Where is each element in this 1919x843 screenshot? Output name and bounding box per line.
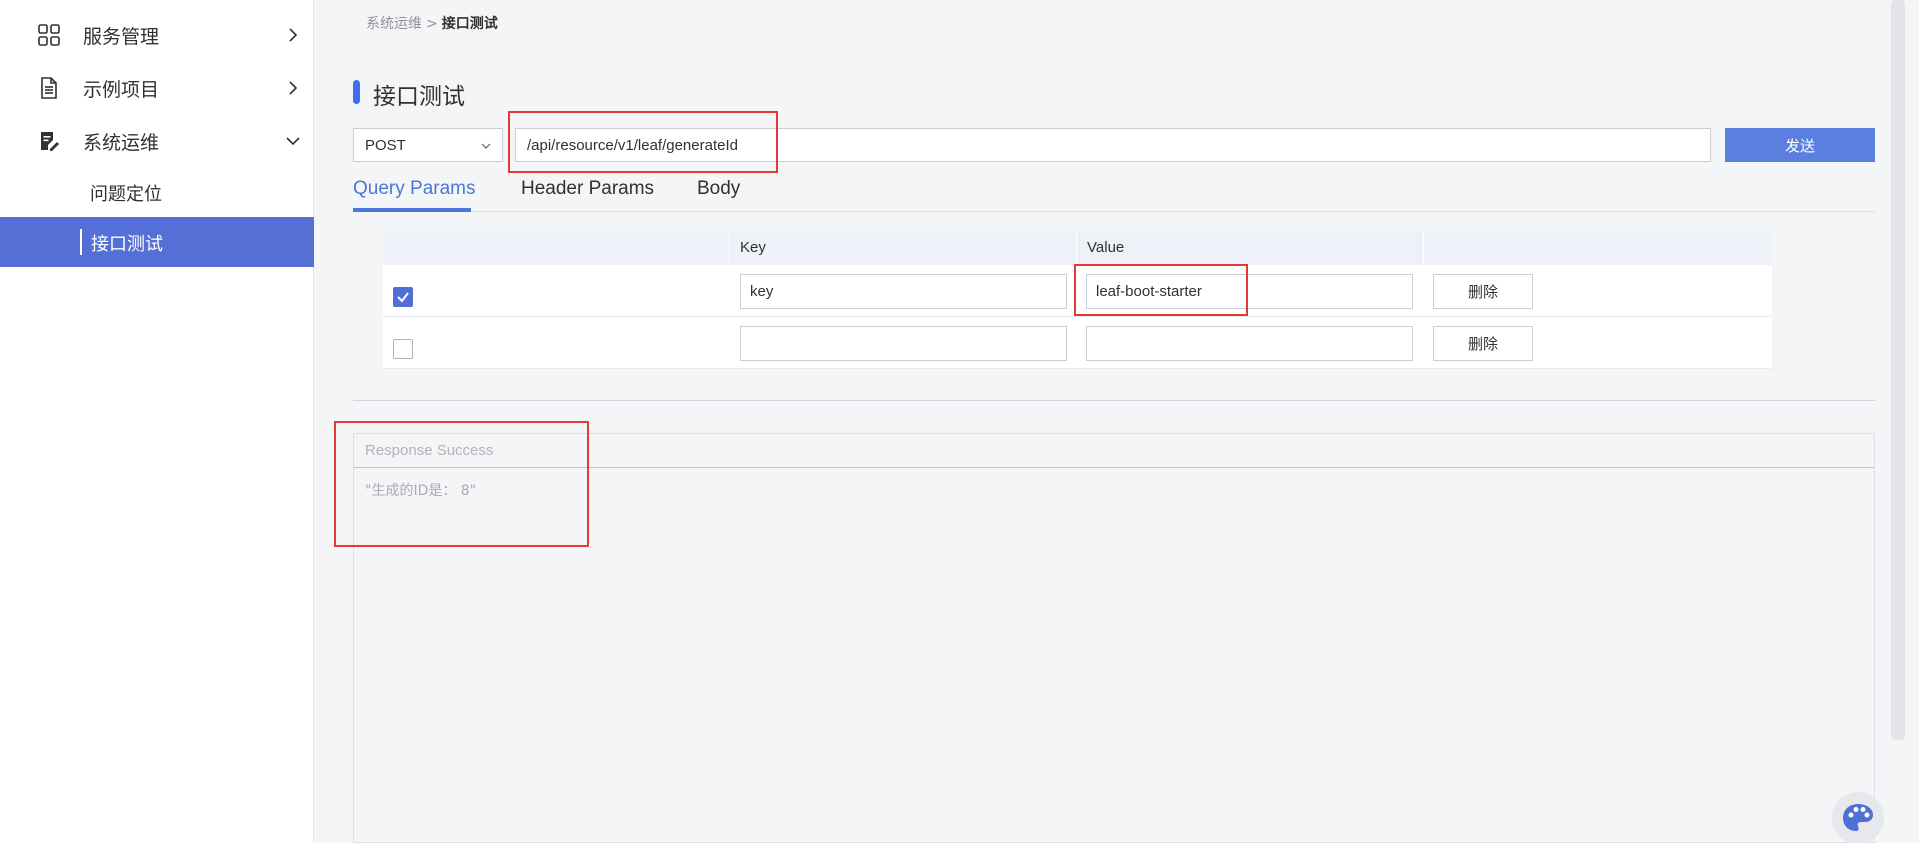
sidebar-item-label: 示例项目 [83,78,160,101]
checkmark-icon [397,292,409,303]
sidebar-subitem-label: 接口测试 [91,234,163,255]
sidebar-subitem-label: 问题定位 [90,184,162,205]
app-root: 服务管理 示例项目 系统运维 问题定位 接口测试 系统运维 > 接口测试 接口测… [0,0,1919,843]
grid-icon [38,24,60,46]
row-checkbox[interactable] [393,339,413,359]
sidebar-subitem-issue-locate[interactable]: 问题定位 [0,167,314,217]
section-divider [353,400,1875,401]
sidebar-item-example-projects[interactable]: 示例项目 [0,62,314,114]
active-tab-underline [353,208,471,212]
send-button[interactable]: 发送 [1725,128,1875,162]
column-header-key: Key [729,231,1076,265]
page-scrollbar[interactable] [1891,0,1905,740]
column-header-value: Value [1076,231,1423,265]
sidebar-item-service-management[interactable]: 服务管理 [0,9,314,61]
chevron-right-icon [289,28,298,42]
title-accent-bar [353,80,360,104]
param-key-input[interactable] [740,274,1067,309]
chevron-down-icon [286,137,300,146]
highlight-box-value [1074,264,1248,316]
sidebar-subitem-api-test[interactable]: 接口测试 [0,217,314,267]
param-value-input[interactable] [1086,326,1413,361]
column-header-actions [1423,231,1772,265]
params-tabs: Query Params Header Params Body [353,172,1875,212]
method-select[interactable]: POST [353,128,503,162]
table-row: 删除 [383,317,1772,369]
sidebar-item-system-ops[interactable]: 系统运维 [0,115,314,167]
breadcrumb-current: 接口测试 [441,16,498,32]
theme-button[interactable] [1832,792,1884,843]
method-select-value: POST [365,136,406,154]
breadcrumb: 系统运维 > 接口测试 [366,13,498,33]
tab-body[interactable]: Body [697,178,740,208]
delete-row-button[interactable]: 删除 [1433,274,1533,309]
breadcrumb-separator: > [426,16,438,32]
tab-query-params[interactable]: Query Params [353,178,475,208]
tab-header-params[interactable]: Header Params [521,178,654,208]
breadcrumb-parent[interactable]: 系统运维 [366,16,422,32]
highlight-box-response [334,421,589,547]
delete-row-button[interactable]: 删除 [1433,326,1533,361]
active-indicator [80,229,82,255]
palette-icon [1843,804,1873,831]
param-key-input[interactable] [740,326,1067,361]
clipboard-edit-icon [41,132,59,151]
chevron-right-icon [289,81,298,95]
highlight-box-url [508,111,778,173]
sidebar: 服务管理 示例项目 系统运维 问题定位 接口测试 [0,0,314,843]
sidebar-item-label: 系统运维 [83,131,160,154]
row-checkbox[interactable] [393,287,413,307]
table-header: Key Value [383,231,1772,265]
sidebar-item-label: 服务管理 [83,25,160,48]
chevron-down-icon [481,143,491,149]
document-icon [41,77,57,99]
page-title: 接口测试 [373,84,465,110]
